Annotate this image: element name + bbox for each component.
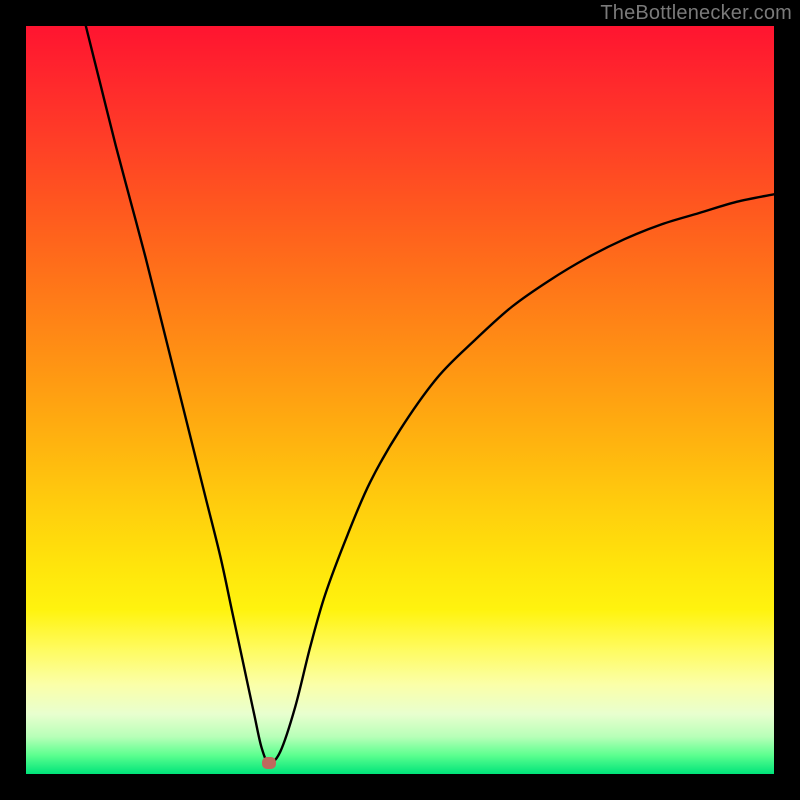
- bottleneck-curve: [26, 26, 774, 774]
- minimum-marker: [262, 757, 276, 769]
- plot-area: [26, 26, 774, 774]
- chart-frame: TheBottlenecker.com: [0, 0, 800, 800]
- attribution-text: TheBottlenecker.com: [600, 2, 792, 25]
